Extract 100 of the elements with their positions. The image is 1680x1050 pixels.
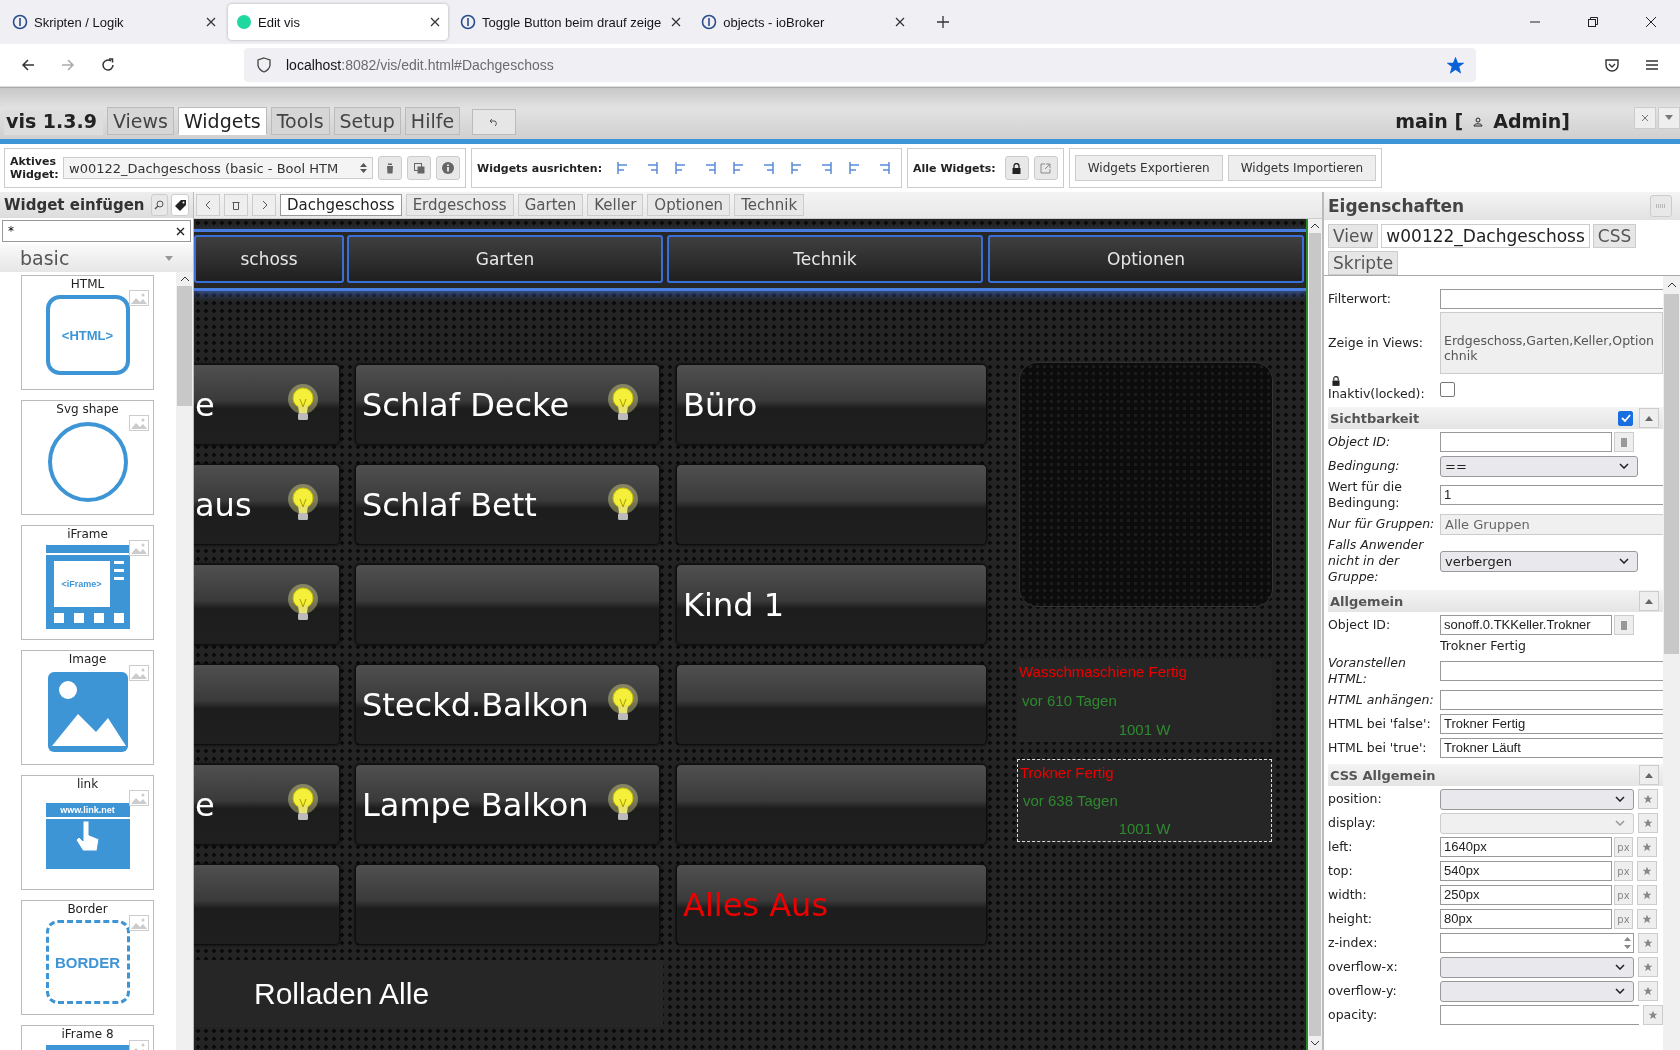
star-button[interactable]	[1638, 957, 1658, 977]
page-tab[interactable]: Dachgeschoss	[280, 194, 402, 216]
properties-tab[interactable]: Skripte	[1328, 251, 1399, 275]
toolbar-button[interactable]: Widgets Importieren	[1227, 155, 1377, 181]
menu-tab[interactable]: Tools	[270, 107, 330, 135]
browser-tab[interactable]: Edit vis	[228, 4, 448, 40]
dropdown-button[interactable]	[1658, 107, 1680, 129]
properties-tab[interactable]: CSS	[1592, 224, 1637, 248]
widget-item[interactable]: link www.link.net	[21, 775, 154, 890]
menu-tab[interactable]: Setup	[333, 107, 401, 135]
select-field[interactable]: verbergen	[1440, 550, 1638, 572]
text-field[interactable]: 540px	[1440, 861, 1612, 881]
close-icon[interactable]	[430, 17, 440, 27]
close-button[interactable]	[1634, 107, 1656, 129]
scroll-up-icon[interactable]	[1310, 223, 1320, 229]
switch-tile[interactable]: Steckd.Balkon	[355, 664, 660, 745]
widget-select[interactable]: w00122_Dachgeschoss (basic - Bool HTM	[63, 157, 373, 179]
text-field[interactable]: 1	[1440, 485, 1663, 505]
select-field[interactable]: ==	[1440, 455, 1638, 477]
text-field[interactable]	[1440, 690, 1663, 710]
star-button[interactable]	[1637, 885, 1657, 905]
text-field[interactable]: sonoff.0.TKKeller.Trokner	[1440, 615, 1612, 635]
switch-tile[interactable]	[194, 664, 340, 745]
widget-item[interactable]: HTML <HTML>	[21, 275, 154, 390]
forward-icon[interactable]	[60, 57, 76, 73]
text-field[interactable]: 80px	[1440, 909, 1612, 929]
nav-button[interactable]: schoss	[194, 235, 344, 283]
delete-button[interactable]	[378, 156, 402, 180]
widget-item[interactable]: Svg shape	[21, 400, 154, 515]
star-button[interactable]	[1638, 933, 1658, 953]
scrollbar-thumb[interactable]	[1664, 294, 1679, 654]
select-field[interactable]	[1440, 980, 1634, 1002]
toolbar-button[interactable]: Widgets Exportieren	[1074, 155, 1223, 181]
nav-button[interactable]: Technik	[667, 235, 983, 283]
undo-button[interactable]	[472, 109, 517, 135]
page-tab[interactable]: Optionen	[647, 194, 731, 216]
switch-tile[interactable]: Schlaf Bett	[355, 464, 660, 545]
switch-tile[interactable]: Kind 1	[676, 564, 987, 645]
switch-tile[interactable]	[676, 764, 987, 845]
text-field[interactable]	[1440, 661, 1663, 681]
nav-button[interactable]: Garten	[347, 235, 663, 283]
menu-icon[interactable]	[1644, 57, 1660, 73]
panel-menu-button[interactable]	[1650, 195, 1672, 217]
switch-tile[interactable]: Büro	[676, 364, 987, 445]
text-field[interactable]: Trokner Fertig	[1440, 714, 1663, 734]
star-button[interactable]	[1637, 861, 1657, 881]
text-field[interactable]: Trokner Läuft	[1440, 738, 1663, 758]
page-tab[interactable]: Garten	[517, 194, 584, 216]
bookmark-star-icon[interactable]	[1447, 56, 1464, 74]
widget-item[interactable]: iFrame 8	[21, 1025, 154, 1050]
number-field[interactable]	[1440, 933, 1634, 953]
scroll-down-icon[interactable]	[1310, 1040, 1320, 1046]
switch-tile[interactable]: Lampe Balkon	[355, 764, 660, 845]
collapse-button[interactable]	[1639, 765, 1659, 785]
switch-tile[interactable]: aus	[194, 464, 340, 545]
status-widget[interactable]: Trokner Fertig vor 638 Tagen 1001 W	[1017, 759, 1272, 842]
picker-button[interactable]	[1614, 615, 1634, 635]
switch-tile[interactable]: e	[194, 364, 340, 445]
new-tab-icon[interactable]	[937, 16, 950, 28]
shutter-widget[interactable]: Rolladen Alle	[194, 960, 663, 1027]
views-field[interactable]: Erdgeschoss,Garten,Keller,Option chnik	[1440, 312, 1663, 374]
menu-tab[interactable]: Hilfe	[404, 107, 461, 135]
text-field[interactable]	[1440, 1005, 1639, 1025]
collapse-button[interactable]	[1639, 591, 1659, 611]
browser-tab[interactable]: Skripten / Logik	[4, 4, 224, 40]
switch-tile[interactable]	[676, 464, 987, 545]
tag-button[interactable]	[171, 194, 189, 216]
checkbox[interactable]	[1618, 410, 1633, 426]
address-bar[interactable]: localhost:8082/vis/edit.html#Dachgeschoss	[244, 48, 1476, 82]
switch-tile[interactable]	[194, 564, 340, 645]
section-header[interactable]: CSS Allgemein	[1328, 764, 1663, 786]
close-icon[interactable]	[895, 17, 906, 27]
close-icon[interactable]	[671, 17, 682, 27]
switch-tile[interactable]: Schlaf Decke	[355, 364, 660, 445]
text-field[interactable]	[1440, 289, 1663, 309]
menu-tab[interactable]: Widgets	[177, 107, 267, 135]
close-icon[interactable]	[1645, 16, 1657, 28]
restore-icon[interactable]	[1587, 16, 1599, 28]
picker-button[interactable]	[1614, 432, 1634, 452]
scrollbar-thumb[interactable]	[177, 286, 192, 406]
lock-button[interactable]	[1004, 156, 1029, 180]
switch-tile[interactable]: e	[194, 764, 340, 845]
switch-tile[interactable]	[355, 564, 660, 645]
section-header[interactable]: Allgemein	[1328, 590, 1663, 612]
section-header[interactable]: Sichtbarkeit	[1328, 407, 1663, 429]
scroll-up-icon[interactable]	[1666, 282, 1677, 288]
star-button[interactable]	[1638, 981, 1658, 1001]
pocket-icon[interactable]	[1604, 57, 1620, 73]
page-tab[interactable]: Erdgeschoss	[405, 194, 514, 216]
select-field[interactable]	[1440, 788, 1634, 810]
properties-tab[interactable]: View	[1328, 224, 1379, 248]
text-field[interactable]: 250px	[1440, 885, 1612, 905]
menu-tab[interactable]: Views	[106, 107, 174, 135]
star-button[interactable]	[1637, 837, 1657, 857]
group-header[interactable]: basic	[0, 244, 193, 272]
status-widget[interactable]: Wasschmaschiene Fertig vor 610 Tagen 1001 W	[1017, 659, 1272, 742]
scrollbar-thumb[interactable]	[1309, 233, 1321, 1036]
back-icon[interactable]	[20, 57, 36, 73]
page-tab[interactable]: Keller	[587, 194, 644, 216]
widget-item[interactable]: Border BORDER	[21, 900, 154, 1015]
